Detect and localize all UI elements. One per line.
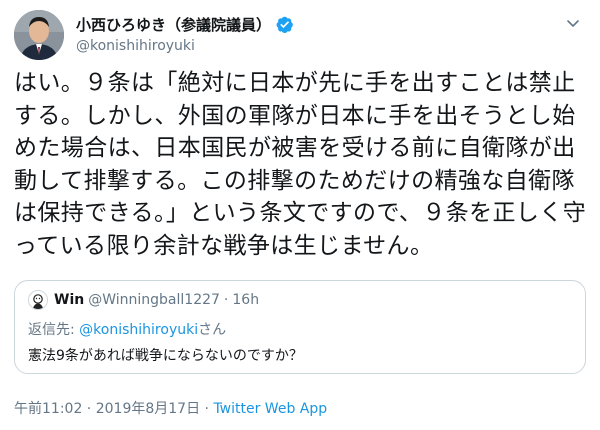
author-block: 小西ひろゆき（参議院議員） @konishihiroyuki: [76, 14, 294, 54]
author-display-name[interactable]: 小西ひろゆき（参議院議員）: [76, 14, 271, 35]
meta-separator: ·: [82, 401, 96, 417]
tweet-source-link[interactable]: Twitter Web App: [213, 401, 327, 417]
tweet-meta: 午前11:02 · 2019年8月17日 · Twitter Web App: [14, 398, 327, 418]
quoted-author-handle[interactable]: @Winningball1227: [88, 292, 220, 308]
tweet-date[interactable]: 2019年8月17日: [96, 401, 200, 417]
tweet-text: はい。９条は「絶対に日本が先に手を出すことは禁止する。しかし、外国の軍隊が日本に…: [14, 70, 587, 259]
quoted-author-avatar: [28, 290, 48, 310]
tweet-time[interactable]: 午前11:02: [14, 401, 82, 417]
author-avatar[interactable]: [14, 10, 64, 60]
quoted-tweet-text: 憲法9条があれば戦争にならないのですか？: [28, 348, 303, 364]
reply-prefix: 返信先:: [28, 322, 80, 338]
tweet-card: 小西ひろゆき（参議院議員） @konishihiroyuki はい。９条は「絶対…: [0, 0, 600, 430]
quoted-tweet[interactable]: Win @Winningball1227 · 16h 返信先: @konishi…: [14, 280, 586, 374]
quoted-author-name[interactable]: Win: [54, 292, 84, 308]
quoted-separator: ·: [223, 292, 229, 308]
reply-suffix: さん: [198, 322, 227, 338]
quoted-timestamp[interactable]: 16h: [232, 292, 259, 308]
verified-badge-icon: [275, 15, 294, 34]
quoted-tweet-header: Win @Winningball1227 · 16h: [28, 290, 259, 310]
reply-mention-link[interactable]: @konishihiroyuki: [79, 322, 198, 338]
quoted-reply-context: 返信先: @konishihiroyukiさん: [28, 319, 226, 339]
author-handle[interactable]: @konishihiroyuki: [76, 38, 294, 54]
more-options-chevron-down-icon[interactable]: [562, 12, 584, 34]
meta-separator: ·: [200, 401, 214, 417]
